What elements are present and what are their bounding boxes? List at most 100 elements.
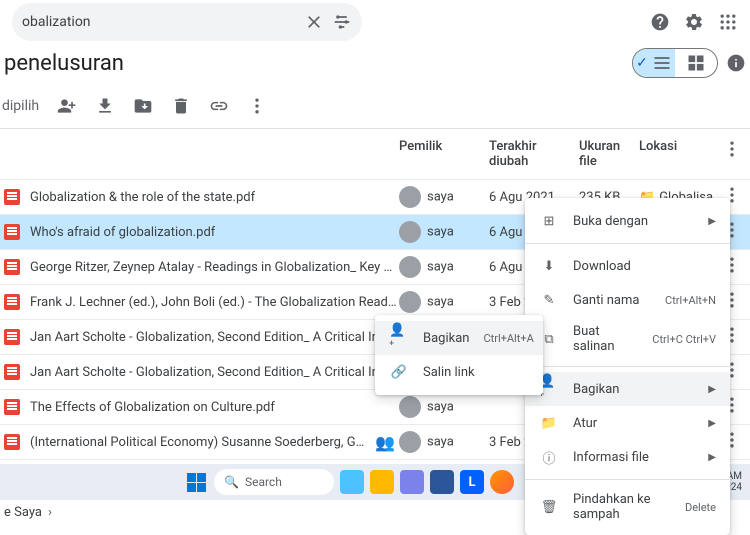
clear-icon[interactable] [304,12,324,32]
pdf-icon [4,329,20,345]
view-grid[interactable] [675,49,717,77]
file-name: Globalization & the role of the state.pd… [30,190,255,205]
search-box[interactable] [12,3,362,41]
gear-icon[interactable] [684,12,704,32]
taskbar-app[interactable]: L [460,470,484,494]
pdf-icon [4,294,20,310]
file-name: The Effects of Globalization on Culture.… [30,400,275,415]
open-icon: ⊞ [539,211,559,231]
menu-item-link[interactable]: 🔗 Salin link [375,355,543,389]
menu-item-download[interactable]: ⬇Download [525,249,730,283]
move-icon[interactable] [133,96,153,116]
menu-label: Download [573,259,716,274]
menu-item-share[interactable]: 👤⁺Bagikan▶ [525,372,730,406]
owner-cell: saya [399,256,489,278]
delete-icon[interactable] [171,96,191,116]
file-name: Jan Aart Scholte - Globalization, Second… [30,365,399,380]
apps-icon[interactable] [718,12,738,32]
chevron-right-icon: ▶ [708,384,716,395]
menu-label: Salin link [423,365,529,380]
help-icon[interactable] [650,12,670,32]
top-bar [0,0,750,44]
file-name: Who's afraid of globalization.pdf [30,225,215,240]
owner-cell: saya [399,396,489,418]
menu-item-organize[interactable]: 📁Atur▶ [525,406,730,440]
header-modified[interactable]: Terakhir diubah [489,139,579,169]
menu-item-share[interactable]: 👤⁺ Bagikan Ctrl+Alt+A [375,321,543,355]
menu-item-trash[interactable]: 🗑Pindahkan ke sampahDelete [525,485,730,529]
chevron-right-icon: ▶ [708,418,716,429]
column-headers: Pemilik Terakhir diubah Ukuran file Loka… [0,129,750,179]
shared-icon: 👥 [375,433,395,452]
file-name: (International Political Economy) Susann… [30,435,369,450]
avatar [399,186,421,208]
menu-label: Informasi file [573,450,694,465]
menu-label: Bagikan [573,382,694,397]
header-owner[interactable]: Pemilik [399,139,489,169]
file-name: Jan Aart Scholte - Globalization, Second… [30,330,399,345]
page-title: penelusuran [4,51,124,76]
link-icon: 🔗 [389,362,409,382]
pdf-icon [4,364,20,380]
download-icon[interactable] [95,96,115,116]
context-menu: ⊞ Buka dengan ▶ ⬇Download ✎ Ganti nama Ctrl+Al… [525,198,730,535]
avatar [399,256,421,278]
menu-label: Bagikan [423,331,469,346]
page-heading: penelusuran ✓ [0,44,750,88]
avatar [399,221,421,243]
file-name: George Ritzer, Zeynep Atalay - Readings … [30,260,399,275]
chevron-right-icon: ▶ [708,452,716,463]
link-icon[interactable] [209,96,229,116]
selection-toolbar: dipilih [0,88,750,129]
pdf-icon [4,399,20,415]
chevron-right-icon: › [48,505,52,520]
taskbar-search[interactable]: 🔍Search [214,469,334,495]
share-submenu: 👤⁺ Bagikan Ctrl+Alt+A 🔗 Salin link [375,315,543,395]
rename-icon: ✎ [539,290,559,310]
pdf-icon [4,434,20,450]
menu-label: Buat salinan [573,324,638,354]
header-more-icon[interactable] [722,139,742,159]
info-icon: ⓘ [539,447,559,467]
filter-icon[interactable] [332,12,352,32]
taskbar-app[interactable] [400,470,424,494]
avatar [399,431,421,453]
trash-icon: 🗑 [539,497,559,517]
taskbar-firefox[interactable] [490,470,514,494]
more-icon[interactable] [247,96,267,116]
avatar [399,291,421,313]
taskbar-app[interactable] [340,470,364,494]
pdf-icon [4,259,20,275]
taskbar-app[interactable] [430,470,454,494]
share-icon: 👤⁺ [389,328,409,348]
organize-icon: 📁 [539,413,559,433]
taskbar-app[interactable] [370,470,394,494]
share-icon[interactable] [57,96,77,116]
menu-item-rename[interactable]: ✎ Ganti nama Ctrl+Alt+N [525,283,730,317]
owner-cell: saya [399,291,489,313]
top-right-actions [650,12,738,32]
search-input[interactable] [22,14,304,30]
view-toggle[interactable]: ✓ [632,48,718,78]
header-size[interactable]: Ukuran file [579,139,639,169]
search-icon: 🔍 [224,475,239,489]
header-name[interactable] [4,139,399,169]
menu-label: Buka dengan [573,214,694,229]
menu-shortcut: Ctrl+Alt+N [665,294,716,307]
menu-item-open[interactable]: ⊞ Buka dengan ▶ [525,204,730,238]
owner-cell: saya [399,186,489,208]
view-list[interactable]: ✓ [633,49,675,77]
breadcrumb-label: e Saya [4,505,42,520]
owner-cell: saya [399,221,489,243]
header-location[interactable]: Lokasi [639,139,722,169]
info-icon[interactable] [726,53,746,73]
chevron-right-icon: ▶ [708,216,716,227]
menu-shortcut: Ctrl+Alt+A [483,332,533,345]
start-button[interactable] [184,470,208,494]
list-icon [652,53,672,73]
grid-icon [686,53,706,73]
menu-item-info[interactable]: ⓘ Informasi file ▶ [525,440,730,474]
menu-label: Ganti nama [573,293,651,308]
menu-item-copy[interactable]: ⧉Buat salinanCtrl+C Ctrl+V [525,317,730,361]
owner-cell: saya [399,431,489,453]
